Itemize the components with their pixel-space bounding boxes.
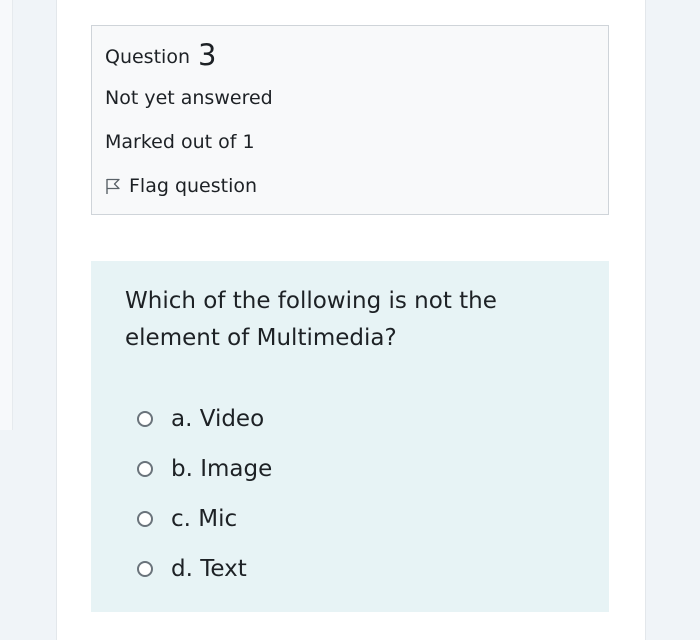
- answer-list: a. Video b. Image c. Mic d. Text: [137, 394, 557, 594]
- quiz-page: Question 3 Not yet answered Marked out o…: [56, 0, 646, 640]
- answer-option-c[interactable]: c. Mic: [137, 494, 557, 544]
- radio-button[interactable]: [137, 461, 153, 477]
- question-grade: Marked out of 1: [105, 131, 255, 153]
- answer-label: b. Image: [171, 456, 273, 482]
- question-number: Question 3: [105, 38, 216, 72]
- question-content: Which of the following is not the elemen…: [91, 261, 609, 612]
- question-number-value: 3: [198, 38, 217, 72]
- flag-question-link[interactable]: Flag question: [105, 175, 257, 197]
- radio-button[interactable]: [137, 561, 153, 577]
- flag-outline-icon: [106, 178, 120, 194]
- radio-button[interactable]: [137, 411, 153, 427]
- question-text: Which of the following is not the elemen…: [125, 288, 497, 351]
- flag-question-label: Flag question: [129, 175, 258, 197]
- left-rail: [0, 0, 13, 430]
- question-state: Not yet answered: [105, 87, 273, 109]
- answer-option-b[interactable]: b. Image: [137, 444, 557, 494]
- answer-label: a. Video: [171, 406, 265, 432]
- answer-label: c. Mic: [171, 506, 238, 532]
- answer-option-a[interactable]: a. Video: [137, 394, 557, 444]
- answer-option-d[interactable]: d. Text: [137, 544, 557, 594]
- radio-button[interactable]: [137, 511, 153, 527]
- answer-label: d. Text: [171, 556, 247, 582]
- question-info-panel: Question 3 Not yet answered Marked out o…: [91, 25, 609, 215]
- question-label: Question: [105, 46, 190, 68]
